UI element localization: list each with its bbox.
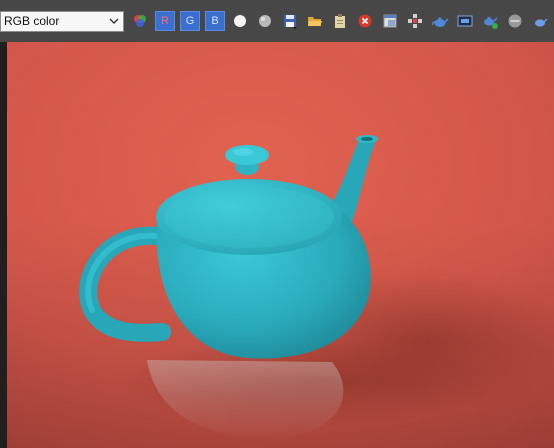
white-circle-icon[interactable] <box>230 11 250 31</box>
gray-circle-icon[interactable] <box>255 11 275 31</box>
green-channel-button[interactable]: G <box>180 11 200 31</box>
tracking-icon[interactable] <box>405 11 425 31</box>
channel-select-value: RGB color <box>4 14 60 28</box>
chevron-down-icon <box>108 15 120 27</box>
render-viewport[interactable] <box>7 42 554 448</box>
teapot-icon[interactable] <box>430 11 450 31</box>
clipboard-icon[interactable] <box>330 11 350 31</box>
close-red-icon[interactable] <box>355 11 375 31</box>
open-folder-icon[interactable] <box>305 11 325 31</box>
teapot-add-icon[interactable] <box>480 11 500 31</box>
toolbar-row: RGB color R G B <box>0 9 550 33</box>
save-icon[interactable] <box>280 11 300 31</box>
rendered-teapot-image <box>7 42 554 448</box>
blue-channel-button[interactable]: B <box>205 11 225 31</box>
teapot-small-icon[interactable] <box>530 11 550 31</box>
window-icon[interactable] <box>380 11 400 31</box>
channel-select[interactable]: RGB color <box>0 10 124 32</box>
render-toolbar: RGB color R G B <box>0 0 554 42</box>
red-channel-button[interactable]: R <box>155 11 175 31</box>
viewport-left-border <box>0 42 7 448</box>
gray-disc-icon[interactable] <box>505 11 525 31</box>
frame-buffer-icon[interactable] <box>455 11 475 31</box>
color-channels-icon[interactable] <box>130 11 150 31</box>
